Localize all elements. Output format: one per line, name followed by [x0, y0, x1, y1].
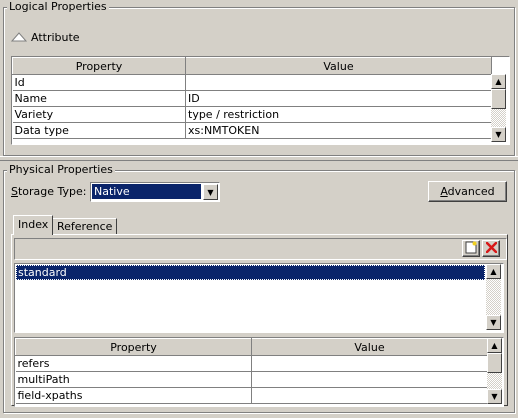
physical-table-scrollbar[interactable]: ▲ ▼	[487, 338, 502, 404]
index-toolbar	[14, 238, 507, 260]
tab-index-label: Index	[18, 218, 49, 231]
table-row[interactable]: field-xpaths	[15, 387, 488, 404]
storage-type-value: Native	[92, 184, 201, 199]
attribute-label: Attribute	[31, 30, 80, 44]
table-row[interactable]: Name ID	[12, 90, 492, 107]
scroll-down-button[interactable]: ▼	[491, 127, 506, 142]
chevron-down-icon: ▼	[207, 187, 214, 197]
arrow-up-icon: ▲	[491, 341, 498, 350]
index-list-scrollbar[interactable]: ▲ ▼	[486, 264, 501, 330]
property-cell: multiPath	[15, 371, 252, 388]
logical-properties-table-frame: Property Value Id Name ID Variety type /…	[11, 56, 510, 145]
scroll-thumb[interactable]	[487, 353, 502, 373]
attribute-node[interactable]: Attribute	[10, 30, 80, 44]
table-row[interactable]: Id	[12, 74, 492, 91]
property-cell: field-xpaths	[15, 387, 252, 404]
table-row[interactable]: refers	[15, 355, 488, 372]
logical-table-scrollbar[interactable]: ▲ ▼	[491, 74, 506, 142]
tab-reference[interactable]: Reference	[52, 218, 118, 234]
property-cell: Variety	[12, 106, 186, 123]
property-cell: Data type	[12, 122, 186, 139]
column-header-value[interactable]: Value	[185, 57, 492, 75]
index-list[interactable]: standard ▲ ▼	[14, 263, 504, 333]
storage-type-dropdown-button[interactable]: ▼	[203, 184, 218, 200]
tab-reference-label: Reference	[57, 220, 113, 233]
table-row[interactable]: Data type xs:NMTOKEN	[12, 122, 492, 139]
physical-properties-table: Property Value refers multiPath field-xp…	[15, 338, 488, 404]
value-cell[interactable]: type / restriction	[185, 106, 492, 123]
list-item-selected[interactable]: standard	[16, 265, 485, 280]
advanced-button[interactable]: Advanced	[428, 181, 507, 202]
value-cell[interactable]	[251, 355, 488, 372]
value-cell[interactable]: xs:NMTOKEN	[185, 122, 492, 139]
value-cell[interactable]	[251, 371, 488, 388]
table-row[interactable]: Variety type / restriction	[12, 106, 492, 123]
value-cell[interactable]: ID	[185, 90, 492, 107]
column-header-value[interactable]: Value	[251, 338, 488, 356]
delete-x-icon	[485, 241, 497, 256]
logical-properties-title: Logical Properties	[7, 0, 109, 13]
arrow-up-icon: ▲	[490, 267, 497, 276]
panel-splitter[interactable]	[0, 156, 518, 161]
logical-properties-table: Property Value Id Name ID Variety type /…	[12, 57, 492, 139]
arrow-down-icon: ▼	[490, 318, 497, 327]
scroll-thumb[interactable]	[491, 89, 506, 109]
value-cell[interactable]	[251, 387, 488, 404]
tab-index[interactable]: Index	[13, 215, 54, 235]
advanced-mnemonic: A	[440, 185, 448, 198]
triangle-up-icon	[10, 32, 28, 42]
scroll-down-button[interactable]: ▼	[487, 389, 502, 404]
new-index-button[interactable]	[462, 240, 480, 257]
advanced-label-rest: dvanced	[447, 185, 495, 198]
arrow-down-icon: ▼	[491, 392, 498, 401]
physical-properties-table-frame: Property Value refers multiPath field-xp…	[14, 337, 504, 407]
property-cell: Name	[12, 90, 186, 107]
table-row[interactable]: multiPath	[15, 371, 488, 388]
storage-type-label-rest: torage Type:	[17, 185, 87, 198]
storage-type-label: Storage Type:	[11, 185, 87, 199]
delete-index-button[interactable]	[482, 240, 500, 257]
physical-properties-title: Physical Properties	[7, 163, 115, 176]
arrow-down-icon: ▼	[495, 130, 502, 139]
storage-type-mnemonic: S	[11, 185, 18, 198]
scroll-down-button[interactable]: ▼	[486, 315, 501, 330]
storage-type-select[interactable]: Native ▼	[90, 182, 220, 202]
column-header-property[interactable]: Property	[12, 57, 186, 75]
property-cell: refers	[15, 355, 252, 372]
new-document-icon	[465, 241, 477, 257]
scroll-up-button[interactable]: ▲	[487, 338, 502, 353]
column-header-property[interactable]: Property	[15, 338, 252, 356]
scroll-up-button[interactable]: ▲	[491, 74, 506, 89]
value-cell[interactable]	[185, 74, 492, 91]
property-cell: Id	[12, 74, 186, 91]
scroll-up-button[interactable]: ▲	[486, 264, 501, 279]
arrow-up-icon: ▲	[495, 77, 502, 86]
